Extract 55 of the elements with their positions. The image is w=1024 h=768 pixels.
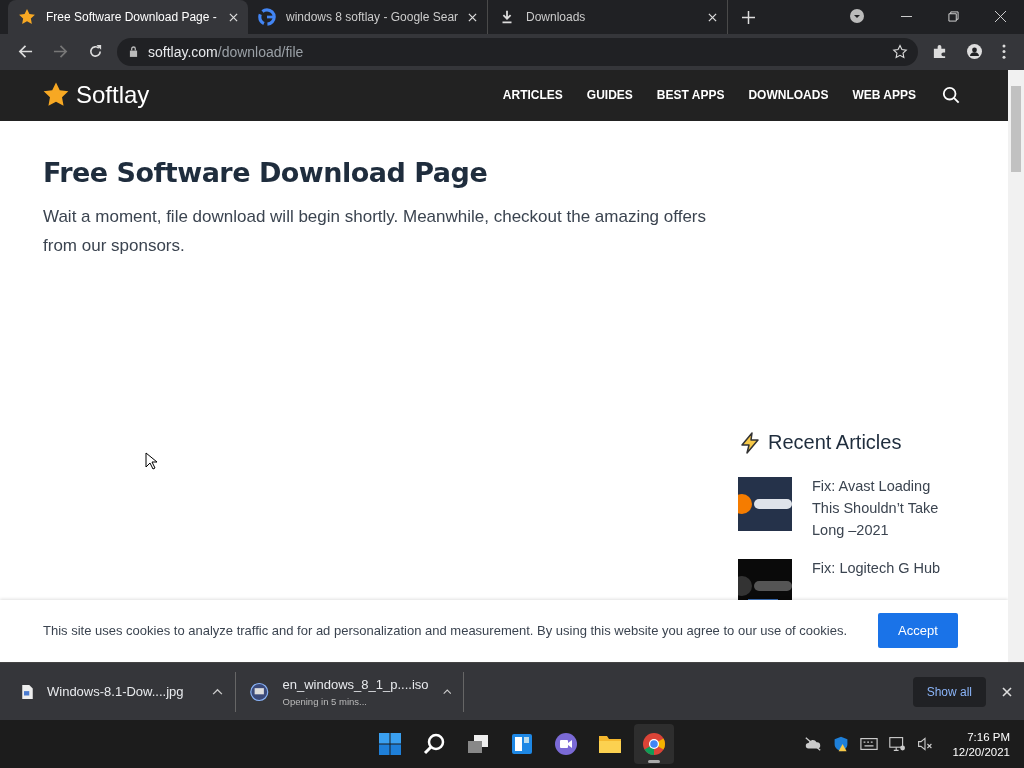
chrome-icon bbox=[642, 732, 667, 757]
article-link[interactable]: Fix: Avast Loading This Shouldn’t Take Long –2021 bbox=[812, 474, 952, 541]
accept-button[interactable]: Accept bbox=[878, 613, 958, 649]
intro-text: Wait a moment, file download will begin shortly. Meanwhile, checkout the amazing offers from our sponsors. bbox=[43, 205, 707, 257]
menu-icon[interactable] bbox=[1002, 44, 1006, 60]
lock-icon bbox=[129, 46, 138, 58]
forward-icon[interactable] bbox=[53, 44, 68, 60]
nav-link[interactable]: GUIDES bbox=[586, 88, 633, 103]
clock-date[interactable]: 12/20/2021 bbox=[952, 745, 1010, 758]
cloud-off-icon bbox=[804, 736, 823, 753]
cursor-icon bbox=[145, 451, 157, 470]
download-item[interactable]: en_windows_8_1_p....iso Opening in 5 mins... bbox=[236, 671, 464, 712]
close-icon[interactable] bbox=[1002, 686, 1012, 697]
page-heading: Free Software Download Page bbox=[43, 156, 489, 188]
google-icon bbox=[258, 8, 276, 26]
search-icon bbox=[422, 732, 447, 757]
nav-link[interactable]: DOWNLOADS bbox=[748, 88, 829, 103]
video-chat-icon bbox=[554, 732, 579, 757]
scrollbar[interactable] bbox=[1008, 69, 1024, 662]
file-icon bbox=[22, 684, 33, 699]
close-icon[interactable] bbox=[229, 12, 238, 22]
clock-time[interactable]: 7:16 PM bbox=[967, 730, 1010, 743]
caret-icon[interactable] bbox=[442, 688, 451, 696]
windows-icon bbox=[378, 732, 403, 757]
browser-tab[interactable]: Free Software Download Page - bbox=[8, 0, 248, 34]
tab-search-icon[interactable] bbox=[849, 8, 865, 24]
profile-icon[interactable] bbox=[967, 44, 982, 60]
nav-link[interactable]: BEST APPS bbox=[656, 88, 725, 103]
section-heading: Recent Articles bbox=[768, 431, 902, 455]
close-icon[interactable] bbox=[708, 12, 717, 22]
address-bar[interactable]: softlay.com/download/file bbox=[117, 37, 918, 66]
download-item[interactable]: Windows-8.1-Dow....jpg bbox=[8, 671, 236, 712]
close-icon[interactable] bbox=[468, 12, 478, 22]
network-icon bbox=[888, 736, 907, 753]
caret-icon[interactable] bbox=[212, 688, 223, 696]
puzzle-icon[interactable] bbox=[932, 44, 947, 60]
nav-link[interactable]: ARTICLES bbox=[502, 88, 563, 103]
speaker-muted-icon bbox=[916, 736, 935, 753]
star-icon bbox=[18, 8, 36, 26]
keyboard-icon bbox=[860, 736, 879, 753]
show-all-button[interactable]: Show all bbox=[912, 676, 986, 707]
reload-icon[interactable] bbox=[88, 44, 103, 60]
widgets-icon bbox=[510, 732, 535, 757]
lightning-icon bbox=[738, 430, 762, 455]
article-link[interactable]: Fix: Logitech G Hub bbox=[812, 556, 952, 579]
taskbar-app[interactable] bbox=[634, 724, 675, 765]
back-icon[interactable] bbox=[18, 44, 33, 60]
search-icon[interactable] bbox=[942, 86, 960, 105]
new-tab-icon[interactable] bbox=[742, 11, 755, 24]
restore-icon[interactable] bbox=[948, 11, 959, 22]
bookmark-star-icon[interactable] bbox=[892, 43, 908, 60]
close-icon[interactable] bbox=[995, 11, 1006, 22]
cookie-text: This site uses cookies to analyze traffic and for ad personalization and measurement. By using this website you agree to our use of cookies. bbox=[43, 622, 848, 641]
nav-link[interactable]: WEB APPS bbox=[852, 88, 916, 103]
site-logo[interactable]: Softlay bbox=[76, 81, 150, 110]
